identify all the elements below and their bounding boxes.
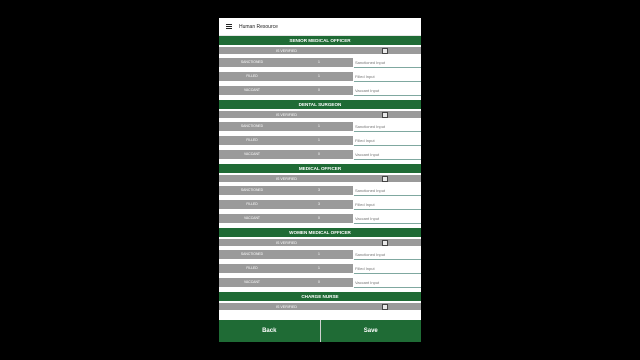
field-row: VACCANT 0 [219,85,421,96]
save-button[interactable]: Save [319,320,421,342]
field-value: 0 [285,278,353,287]
field-value: 1 [285,136,353,145]
hamburger-menu-icon[interactable] [226,24,232,29]
field-value: 1 [285,58,353,67]
field-row: SANCTIONED 1 [219,57,421,68]
field-input[interactable] [354,57,421,68]
is-verified-checkbox[interactable] [382,47,388,54]
is-verified-checkbox[interactable] [382,303,388,310]
is-verified-label: IS VERIFIED [276,176,297,181]
field-input[interactable] [354,71,421,82]
field-label: FILLED [219,264,285,273]
is-verified-checkbox[interactable] [382,175,388,182]
field-value: 3 [285,186,353,195]
field-input[interactable] [354,213,421,224]
field-label: VACCANT [219,150,285,159]
field-input[interactable] [354,149,421,160]
field-input[interactable] [354,135,421,146]
is-verified-row: IS VERIFIED [219,175,421,182]
app-screen: Human Resource SENIOR MEDICAL OFFICER IS … [219,18,421,342]
is-verified-label: IS VERIFIED [276,304,297,309]
field-input[interactable] [354,249,421,260]
is-verified-label: IS VERIFIED [276,240,297,245]
field-input[interactable] [354,263,421,274]
field-value: 1 [285,122,353,131]
field-label: FILLED [219,72,285,81]
section-title: SENIOR MEDICAL OFFICER [219,36,421,45]
is-verified-label: IS VERIFIED [276,112,297,117]
is-verified-checkbox[interactable] [382,239,388,246]
post-section: MEDICAL OFFICERIS VERIFIEDSANCTIONED3FIL… [219,164,421,224]
field-label: SANCTIONED [219,122,285,131]
field-input[interactable] [354,85,421,96]
field-value: 0 [285,150,353,159]
section-title: DENTAL SURGEON [219,100,421,109]
field-label: SANCTIONED [219,58,285,67]
app-title: Human Resource [239,23,278,30]
field-input[interactable] [354,199,421,210]
field-value: 1 [285,250,353,259]
field-label: VACCANT [219,86,285,95]
field-row: VACCANT 0 [219,277,421,288]
field-row: SANCTIONED 1 [219,121,421,132]
app-bar: Human Resource [219,18,421,36]
field-value: 0 [285,86,353,95]
field-value: 1 [285,264,353,273]
is-verified-checkbox[interactable] [382,111,388,118]
is-verified-row: IS VERIFIED [219,111,421,118]
field-value: 3 [285,200,353,209]
form-content[interactable]: SENIOR MEDICAL OFFICER IS VERIFIED SANCTIO… [219,36,421,320]
field-row: FILLED 1 [219,71,421,82]
field-row: FILLED 3 [219,199,421,210]
post-section: CHARGE NURSE IS VERIFIED [219,292,421,310]
field-label: FILLED [219,136,285,145]
field-row: FILLED 1 [219,263,421,274]
field-input[interactable] [354,185,421,196]
field-label: SANCTIONED [219,250,285,259]
is-verified-label: IS VERIFIED [276,48,297,53]
post-section: WOMEN MEDICAL OFFICER IS VERIFIED SANCTION… [219,228,421,288]
field-row: VACCANT 0 [219,213,421,224]
field-row: VACCANT 0 [219,149,421,160]
post-section: DENTAL SURGEONIS VERIFIEDSANCTIONED1FILL… [219,100,421,160]
bottom-bar: Back Save [219,320,421,342]
field-row: SANCTIONED 3 [219,185,421,196]
field-label: VACCANT [219,214,285,223]
section-title: WOMEN MEDICAL OFFICER [219,228,421,237]
field-label: FILLED [219,200,285,209]
is-verified-row: IS VERIFIED [219,239,421,246]
field-label: SANCTIONED [219,186,285,195]
field-input[interactable] [354,121,421,132]
field-row: FILLED 1 [219,135,421,146]
section-title: MEDICAL OFFICER [219,164,421,173]
field-value: 1 [285,72,353,81]
back-button[interactable]: Back [219,320,320,342]
is-verified-row: IS VERIFIED [219,47,421,54]
is-verified-row: IS VERIFIED [219,303,421,310]
field-input[interactable] [354,277,421,288]
field-value: 0 [285,214,353,223]
post-section: SENIOR MEDICAL OFFICER IS VERIFIED SANCTIO… [219,36,421,96]
field-label: VACCANT [219,278,285,287]
section-title: CHARGE NURSE [219,292,421,301]
field-row: SANCTIONED 1 [219,249,421,260]
